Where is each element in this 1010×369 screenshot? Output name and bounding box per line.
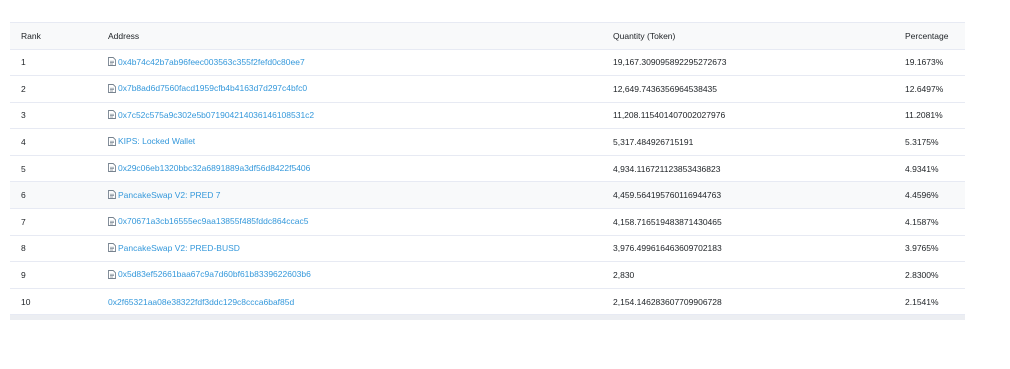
percentage-cell: 4.1587% bbox=[905, 216, 939, 227]
table-row: 2 0x7b8ad6d7560facd1959cfb4b4163d7d297c4… bbox=[10, 76, 965, 103]
rank-cell: 9 bbox=[21, 270, 26, 281]
address-link[interactable]: 0x7c52c575a9c302e5b071904214036146108531… bbox=[108, 110, 314, 120]
rank-cell: 10 bbox=[21, 296, 31, 307]
table-row: 4 KIPS: Locked Wallet 5,317.484926715191… bbox=[10, 129, 965, 156]
table-row: 7 0x70671a3cb16555ec9aa13855f485fddc864c… bbox=[10, 209, 965, 236]
address-link[interactable]: 0x2f65321aa08e38322fdf3ddc129c8ccca6baf8… bbox=[108, 297, 294, 307]
table-row: 3 0x7c52c575a9c302e5b0719042140361461085… bbox=[10, 102, 965, 129]
holders-table: Rank Address Quantity (Token) Percentage… bbox=[10, 23, 965, 315]
rank-cell: 5 bbox=[21, 163, 26, 174]
rank-cell: 6 bbox=[21, 190, 26, 201]
quantity-cell: 2,830 bbox=[613, 270, 635, 281]
address-text: 0x70671a3cb16555ec9aa13855f485fddc864cca… bbox=[118, 216, 309, 227]
address-text: PancakeSwap V2: PRED 7 bbox=[118, 189, 221, 200]
quantity-cell: 19,167.309095892295272673 bbox=[613, 57, 727, 68]
table-body: 1 0x4b74c42b7ab96feec003563c355f2fefd0c8… bbox=[10, 49, 965, 315]
table-row: 6 PancakeSwap V2: PRED 7 4,459.564195760… bbox=[10, 181, 965, 209]
address-cell: 0x7c52c575a9c302e5b071904214036146108531… bbox=[108, 102, 613, 129]
column-header-address: Address bbox=[108, 30, 140, 41]
percentage-cell: 12.6497% bbox=[905, 83, 944, 94]
address-cell: 0x29c06eb1320bbc32a6891889a3df56d8422f54… bbox=[108, 155, 613, 182]
address-cell: 0x2f65321aa08e38322fdf3ddc129c8ccca6baf8… bbox=[108, 288, 613, 315]
column-header-percentage: Percentage bbox=[905, 30, 949, 41]
address-cell: 0x4b74c42b7ab96feec003563c355f2fefd0c80e… bbox=[108, 49, 613, 76]
address-cell: PancakeSwap V2: PRED 7 bbox=[108, 182, 613, 209]
percentage-cell: 11.2081% bbox=[905, 110, 943, 121]
document-icon bbox=[108, 83, 116, 93]
column-header-quantity: Quantity (Token) bbox=[613, 30, 676, 41]
table-row: 10 0x2f65321aa08e38322fdf3ddc129c8ccca6b… bbox=[10, 288, 965, 315]
document-icon bbox=[108, 57, 116, 66]
rank-cell: 7 bbox=[21, 216, 26, 227]
table-row: 5 0x29c06eb1320bbc32a6891889a3df56d8422f… bbox=[10, 155, 965, 182]
address-text: 0x29c06eb1320bbc32a6891889a3df56d8422f54… bbox=[118, 162, 311, 173]
rank-cell: 4 bbox=[21, 137, 26, 148]
column-header-rank: Rank bbox=[21, 30, 41, 41]
document-icon bbox=[108, 110, 116, 120]
percentage-cell: 3.9765% bbox=[905, 243, 939, 254]
quantity-cell: 4,158.716519483871430465 bbox=[613, 216, 722, 227]
quantity-cell: 11,208.115401407002027976 bbox=[613, 110, 726, 121]
quantity-cell: 5,317.484926715191 bbox=[613, 137, 694, 148]
document-icon bbox=[108, 216, 116, 226]
address-cell: 0x70671a3cb16555ec9aa13855f485fddc864cca… bbox=[108, 209, 613, 236]
rank-cell: 8 bbox=[21, 243, 26, 254]
quantity-cell: 4,459.564195760116944763 bbox=[613, 190, 722, 201]
rank-cell: 2 bbox=[21, 83, 26, 94]
quantity-cell: 4,934.116721123853436823 bbox=[613, 163, 721, 174]
address-link[interactable]: PancakeSwap V2: PRED 7 bbox=[108, 190, 221, 200]
percentage-cell: 2.8300% bbox=[905, 270, 939, 281]
document-icon bbox=[108, 243, 116, 253]
address-cell: PancakeSwap V2: PRED-BUSD bbox=[108, 235, 613, 262]
quantity-cell: 3,976.499616463609702183 bbox=[613, 243, 722, 254]
address-text: PancakeSwap V2: PRED-BUSD bbox=[118, 242, 240, 253]
address-link[interactable]: 0x5d83ef52661baa67c9a7d60bf61b8339622603… bbox=[108, 269, 311, 279]
table-row: 1 0x4b74c42b7ab96feec003563c355f2fefd0c8… bbox=[10, 49, 965, 76]
percentage-cell: 19.1673% bbox=[905, 57, 944, 68]
address-link[interactable]: 0x4b74c42b7ab96feec003563c355f2fefd0c80e… bbox=[108, 57, 305, 67]
address-link[interactable]: 0x70671a3cb16555ec9aa13855f485fddc864cca… bbox=[108, 216, 308, 226]
document-icon bbox=[108, 269, 116, 279]
holders-table-panel: Rank Address Quantity (Token) Percentage… bbox=[10, 22, 965, 321]
address-text: KIPS: Locked Wallet bbox=[118, 136, 196, 147]
table-row: 9 0x5d83ef52661baa67c9a7d60bf61b83396226… bbox=[10, 262, 965, 289]
table-footer-bar bbox=[10, 315, 965, 321]
address-link[interactable]: 0x7b8ad6d7560facd1959cfb4b4163d7d297c4bf… bbox=[108, 83, 307, 93]
address-link[interactable]: KIPS: Locked Wallet bbox=[108, 136, 195, 146]
percentage-cell: 4.9341% bbox=[905, 163, 939, 174]
address-cell: 0x5d83ef52661baa67c9a7d60bf61b8339622603… bbox=[108, 262, 613, 289]
address-text: 0x7b8ad6d7560facd1959cfb4b4163d7d297c4bf… bbox=[118, 83, 308, 94]
quantity-cell: 2,154.146283607709906728 bbox=[613, 296, 722, 307]
rank-cell: 3 bbox=[21, 110, 26, 121]
rank-cell: 1 bbox=[21, 57, 26, 68]
address-text: 0x5d83ef52661baa67c9a7d60bf61b8339622603… bbox=[118, 269, 311, 280]
address-text: 0x7c52c575a9c302e5b071904214036146108531… bbox=[118, 109, 315, 120]
address-cell: KIPS: Locked Wallet bbox=[108, 129, 613, 156]
address-link[interactable]: PancakeSwap V2: PRED-BUSD bbox=[108, 243, 240, 253]
document-icon bbox=[108, 163, 116, 173]
percentage-cell: 4.4596% bbox=[905, 190, 939, 201]
address-text: 0x2f65321aa08e38322fdf3ddc129c8ccca6baf8… bbox=[108, 296, 295, 307]
document-icon bbox=[108, 190, 116, 199]
address-link[interactable]: 0x29c06eb1320bbc32a6891889a3df56d8422f54… bbox=[108, 163, 310, 173]
table-header-row: Rank Address Quantity (Token) Percentage bbox=[10, 23, 965, 49]
quantity-cell: 12,649.7436356964538435 bbox=[613, 83, 717, 94]
document-icon bbox=[108, 136, 116, 146]
percentage-cell: 5.3175% bbox=[905, 137, 939, 148]
table-row: 8 PancakeSwap V2: PRED-BUSD 3,976.499616… bbox=[10, 235, 965, 262]
percentage-cell: 2.1541% bbox=[905, 296, 939, 307]
address-text: 0x4b74c42b7ab96feec003563c355f2fefd0c80e… bbox=[118, 56, 305, 67]
address-cell: 0x7b8ad6d7560facd1959cfb4b4163d7d297c4bf… bbox=[108, 76, 613, 103]
